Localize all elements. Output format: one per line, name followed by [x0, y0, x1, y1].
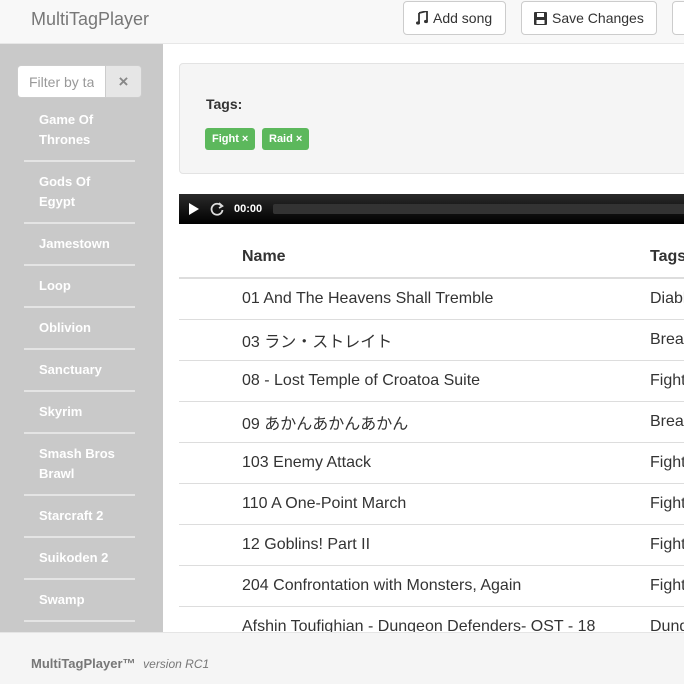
sidebar-tag-label: Loop [39, 278, 71, 293]
tag-filter-input[interactable] [17, 65, 105, 98]
table-row[interactable]: 08 - Lost Temple of Croatoa Suite Fight [179, 359, 684, 401]
sidebar-tag-item[interactable]: Jamestown [24, 224, 135, 266]
footer-text: MultiTagPlayer™ version RC1 [31, 656, 209, 671]
tag-filter: × [17, 65, 142, 98]
row-spacer-cell [179, 359, 242, 401]
songs-table: Name Tags 01 And The Heavens Shall Tremb… [179, 236, 684, 647]
song-name-cell: 03 ラン・ストレイト [242, 318, 650, 360]
audio-player: 00:00 [179, 194, 684, 224]
tag-list: Game Of Thrones Gods Of Egypt Jamestown Loo… [24, 100, 135, 632]
sidebar-tag-label: Game Of Thrones [39, 112, 94, 147]
footer-version: version RC1 [143, 657, 210, 671]
play-icon[interactable] [187, 201, 201, 217]
table-row[interactable]: 103 Enemy Attack Fight [179, 441, 684, 483]
close-icon: × [118, 71, 129, 91]
current-time: 00:00 [234, 203, 263, 215]
sidebar-tag-item[interactable]: Suikoden 2 [24, 538, 135, 580]
sidebar-tag-item[interactable]: Loop [24, 266, 135, 308]
row-spacer-cell [179, 564, 242, 606]
song-name-cell: 204 Confrontation with Monsters, Again [242, 564, 650, 606]
table-row[interactable]: 204 Confrontation with Monsters, Again Fi… [179, 564, 684, 606]
row-spacer-cell [179, 441, 242, 483]
row-spacer-cell [179, 482, 242, 524]
song-tags-cell: Breat [650, 400, 684, 442]
table-row[interactable]: 01 And The Heavens Shall Tremble Diabl [179, 277, 684, 319]
row-spacer-cell [179, 400, 242, 442]
more-button[interactable] [672, 1, 684, 35]
sidebar-tag-label: Oblivion [39, 320, 91, 335]
song-tags-cell: Fight [650, 523, 684, 565]
column-header-name[interactable]: Name [242, 236, 650, 279]
row-spacer-cell [179, 277, 242, 319]
song-name-cell: 08 - Lost Temple of Croatoa Suite [242, 359, 650, 401]
save-changes-button[interactable]: Save Changes [521, 1, 657, 35]
table-row[interactable]: 03 ラン・ストレイトBreat [179, 318, 684, 360]
sidebar-tag-label: Gods Of Egypt [39, 174, 91, 209]
sidebar: × Game Of Thrones Gods Of Egypt Jamestown L… [0, 44, 163, 632]
progress-rail[interactable] [273, 204, 684, 214]
tag-chip-raid[interactable]: Raid × [262, 128, 310, 150]
song-tags-cell: Fight [650, 482, 684, 524]
table-row[interactable]: 12 Goblins! Part II Fight [179, 523, 684, 565]
music-note-icon [416, 11, 428, 25]
sidebar-tag-item[interactable]: Tabletop [24, 622, 135, 632]
row-spacer-cell [179, 523, 242, 565]
floppy-disk-icon [534, 11, 547, 25]
song-name-cell: 12 Goblins! Part II [242, 523, 650, 565]
song-name-cell: 01 And The Heavens Shall Tremble [242, 277, 650, 319]
sidebar-tag-item[interactable]: Oblivion [24, 308, 135, 350]
sidebar-tag-item[interactable]: Gods Of Egypt [24, 162, 135, 224]
sidebar-tag-item[interactable]: Swamp [24, 580, 135, 622]
sidebar-tag-item[interactable]: Sanctuary [24, 350, 135, 392]
sidebar-tag-label: Skyrim [39, 404, 83, 419]
sidebar-tag-label: Suikoden 2 [39, 550, 109, 565]
song-name-cell: 110 A One-Point March [242, 482, 650, 524]
column-header-spacer [179, 236, 242, 279]
table-row[interactable]: 09 あかんあかんあかんBreat [179, 400, 684, 442]
navbar: MultiTagPlayer Add song Save Changes [0, 0, 684, 44]
song-name-cell: 09 あかんあかんあかん [242, 400, 650, 442]
song-tags-cell: Fight [650, 441, 684, 483]
sidebar-tag-item[interactable]: Starcraft 2 [24, 496, 135, 538]
tags-label: Tags: [206, 96, 243, 112]
sidebar-tag-label: Swamp [39, 592, 85, 607]
sidebar-tag-label: Smash Bros Brawl [39, 446, 115, 481]
song-tags-cell: Fight [650, 564, 684, 606]
sidebar-tag-item[interactable]: Skyrim [24, 392, 135, 434]
sidebar-tag-item[interactable]: Game Of Thrones [24, 100, 135, 162]
song-name-cell: 103 Enemy Attack [242, 441, 650, 483]
sidebar-tag-label: Starcraft 2 [39, 508, 104, 523]
song-tags-cell: Fight [650, 359, 684, 401]
selected-tags-panel: Tags: Fight × Raid × [179, 63, 684, 174]
sidebar-tag-label: Sanctuary [39, 362, 102, 377]
save-changes-label: Save Changes [552, 10, 644, 26]
add-song-label: Add song [433, 10, 493, 26]
add-song-button[interactable]: Add song [403, 1, 506, 35]
sidebar-tag-label: Jamestown [39, 236, 110, 251]
row-spacer-cell [179, 318, 242, 360]
table-header-row: Name Tags [179, 236, 684, 279]
column-header-tags[interactable]: Tags [650, 236, 684, 279]
sidebar-tag-item[interactable]: Smash Bros Brawl [24, 434, 135, 496]
app-title[interactable]: MultiTagPlayer [31, 9, 149, 30]
clear-filter-button[interactable]: × [105, 65, 142, 98]
footer-brand: MultiTagPlayer™ [31, 656, 136, 671]
song-tags-cell: Diabl [650, 277, 684, 319]
tag-chip-fight[interactable]: Fight × [205, 128, 256, 150]
loop-icon[interactable] [209, 201, 225, 217]
table-row[interactable]: 110 A One-Point March Fight [179, 482, 684, 524]
footer: MultiTagPlayer™ version RC1 [0, 632, 684, 684]
song-tags-cell: Breat [650, 318, 684, 360]
